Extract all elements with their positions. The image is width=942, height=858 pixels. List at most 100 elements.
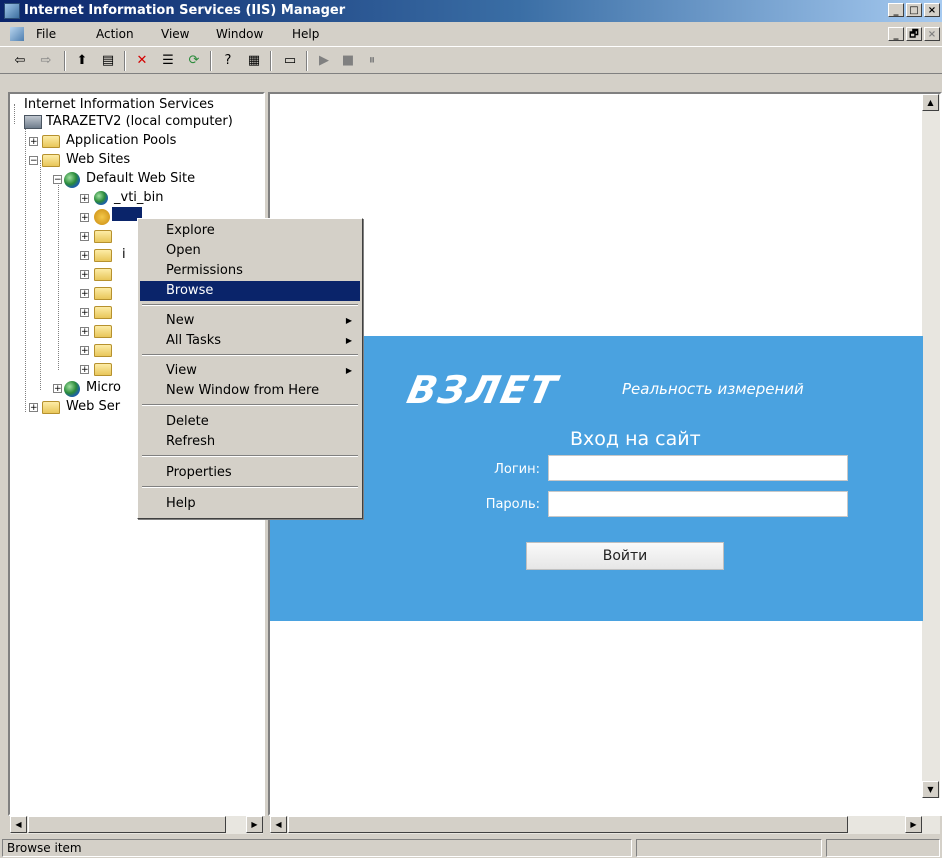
tree-node-vti-bin[interactable]: _vti_bin — [114, 189, 164, 207]
menu-window[interactable]: Window — [216, 27, 263, 41]
expand-icon[interactable]: + — [80, 232, 89, 242]
context-menu: Explore Open Permissions Browse New ▶ All… — [137, 218, 363, 519]
expand-icon[interactable]: + — [80, 346, 89, 356]
tree-node-default-web-site[interactable]: Default Web Site — [86, 170, 195, 188]
play-icon[interactable]: ▶ — [314, 51, 334, 70]
scroll-thumb[interactable] — [28, 816, 226, 833]
folder-icon — [94, 344, 112, 357]
help-icon[interactable]: ? — [218, 51, 238, 70]
tree-node-web-service-extensions[interactable]: Web Ser — [66, 398, 120, 416]
scroll-left-icon[interactable]: ◀ — [10, 816, 27, 833]
refresh-icon[interactable]: ⟳ — [184, 51, 204, 70]
login-input[interactable] — [548, 455, 848, 481]
menu-item-help[interactable]: Help — [140, 494, 360, 514]
menu-item-properties[interactable]: Properties — [140, 463, 360, 483]
login-submit-button[interactable]: Войти — [526, 542, 724, 570]
console-icon[interactable] — [10, 27, 24, 41]
collapse-icon[interactable]: − — [53, 175, 62, 185]
close-button[interactable]: × — [924, 3, 940, 17]
submenu-arrow-icon: ▶ — [345, 316, 352, 325]
menu-action[interactable]: Action — [96, 27, 134, 41]
website-globe-icon — [64, 381, 80, 397]
menu-item-view[interactable]: View ▶ — [140, 361, 360, 381]
tree-node-app-pools[interactable]: Application Pools — [66, 132, 176, 150]
properties-icon[interactable]: ☰ — [158, 51, 178, 70]
scroll-up-icon[interactable]: ▲ — [922, 94, 939, 111]
pause-icon[interactable]: ⏸ — [362, 51, 382, 70]
menu-separator — [142, 455, 358, 457]
folder-icon — [94, 363, 112, 376]
menu-item-new-label: New — [166, 313, 195, 328]
tree-node-partial[interactable]: i — [122, 246, 126, 264]
scroll-down-icon[interactable]: ▼ — [922, 781, 939, 798]
expand-icon[interactable]: + — [80, 327, 89, 337]
tree-horizontal-scrollbar[interactable]: ◀ ▶ — [10, 816, 263, 834]
show-hide-tree-icon[interactable]: ▤ — [98, 51, 118, 70]
delete-icon[interactable]: ✕ — [132, 51, 152, 70]
scroll-left-icon[interactable]: ◀ — [270, 816, 287, 833]
expand-icon[interactable]: + — [80, 289, 89, 299]
folder-icon — [94, 325, 112, 338]
menu-item-browse[interactable]: Browse — [140, 281, 360, 301]
server-icon — [24, 115, 42, 129]
forward-arrow-icon[interactable]: ⇨ — [36, 51, 56, 70]
menu-item-all-tasks[interactable]: All Tasks ▶ — [140, 331, 360, 351]
menu-item-new-window[interactable]: New Window from Here — [140, 381, 360, 401]
tree-node-microsoft-sharepoint[interactable]: Micro — [86, 379, 121, 397]
console-view-icon[interactable]: ▦ — [244, 51, 264, 70]
expand-icon[interactable]: + — [29, 403, 38, 413]
expand-icon[interactable]: + — [80, 213, 89, 223]
up-level-icon[interactable]: ⬆ — [72, 51, 92, 70]
scroll-right-icon[interactable]: ▶ — [905, 816, 922, 833]
expand-icon[interactable]: + — [53, 384, 62, 394]
menu-item-explore[interactable]: Explore — [140, 221, 360, 241]
scroll-right-icon[interactable]: ▶ — [246, 816, 263, 833]
expand-icon[interactable]: + — [80, 308, 89, 318]
folder-icon — [94, 230, 112, 243]
minimize-button[interactable]: _ — [888, 3, 904, 17]
web-app-globe-icon — [94, 191, 108, 205]
menu-file[interactable]: File — [36, 27, 56, 41]
menu-item-view-label: View — [166, 363, 197, 378]
expand-icon[interactable]: + — [29, 137, 38, 147]
back-arrow-icon[interactable]: ⇦ — [10, 51, 30, 70]
mdi-close-button[interactable]: × — [924, 27, 940, 41]
folder-icon — [94, 287, 112, 300]
menu-item-delete[interactable]: Delete — [140, 412, 360, 432]
scroll-thumb[interactable] — [288, 816, 848, 833]
mdi-restore-button[interactable]: 🗗 — [906, 27, 922, 41]
tree-node-computer[interactable]: TARAZETV2 (local computer) — [46, 113, 233, 131]
password-input[interactable] — [548, 491, 848, 517]
menu-item-permissions[interactable]: Permissions — [140, 261, 360, 281]
login-banner: ВЗЛЕТ Реальность измерений Вход на сайт … — [270, 336, 923, 621]
expand-icon[interactable]: + — [80, 194, 89, 204]
menu-separator — [142, 404, 358, 406]
menu-separator — [142, 354, 358, 356]
website-globe-icon — [64, 172, 80, 188]
collapse-icon[interactable]: − — [29, 156, 38, 166]
content-horizontal-scrollbar[interactable]: ◀ ▶ — [270, 816, 940, 834]
folder-icon — [94, 306, 112, 319]
expand-icon[interactable]: + — [80, 365, 89, 375]
tree-node-web-sites[interactable]: Web Sites — [66, 151, 130, 169]
vzlet-logo: ВЗЛЕТ — [403, 368, 563, 412]
menu-item-new[interactable]: New ▶ — [140, 311, 360, 331]
toolbar: ⇦ ⇨ ⬆ ▤ ✕ ☰ ⟳ ? ▦ ▭ ▶ ■ ⏸ — [0, 46, 942, 74]
expand-icon[interactable]: + — [80, 251, 89, 261]
status-panel — [636, 839, 822, 857]
expand-icon[interactable]: + — [80, 270, 89, 280]
content-vertical-scrollbar[interactable]: ▲ ▼ — [922, 94, 940, 798]
status-text: Browse item — [2, 839, 632, 857]
login-label: Логин: — [494, 462, 540, 477]
mdi-minimize-button[interactable]: _ — [888, 27, 904, 41]
maximize-button[interactable]: □ — [906, 3, 922, 17]
tree-root[interactable]: Internet Information Services — [24, 96, 214, 114]
web-app-gear-icon — [94, 209, 110, 225]
menu-item-all-tasks-label: All Tasks — [166, 333, 222, 348]
stop-icon[interactable]: ■ — [338, 51, 358, 70]
computer-icon[interactable]: ▭ — [280, 51, 300, 70]
menu-item-refresh[interactable]: Refresh — [140, 432, 360, 452]
menu-view[interactable]: View — [161, 27, 189, 41]
menu-item-open[interactable]: Open — [140, 241, 360, 261]
menu-help[interactable]: Help — [292, 27, 319, 41]
